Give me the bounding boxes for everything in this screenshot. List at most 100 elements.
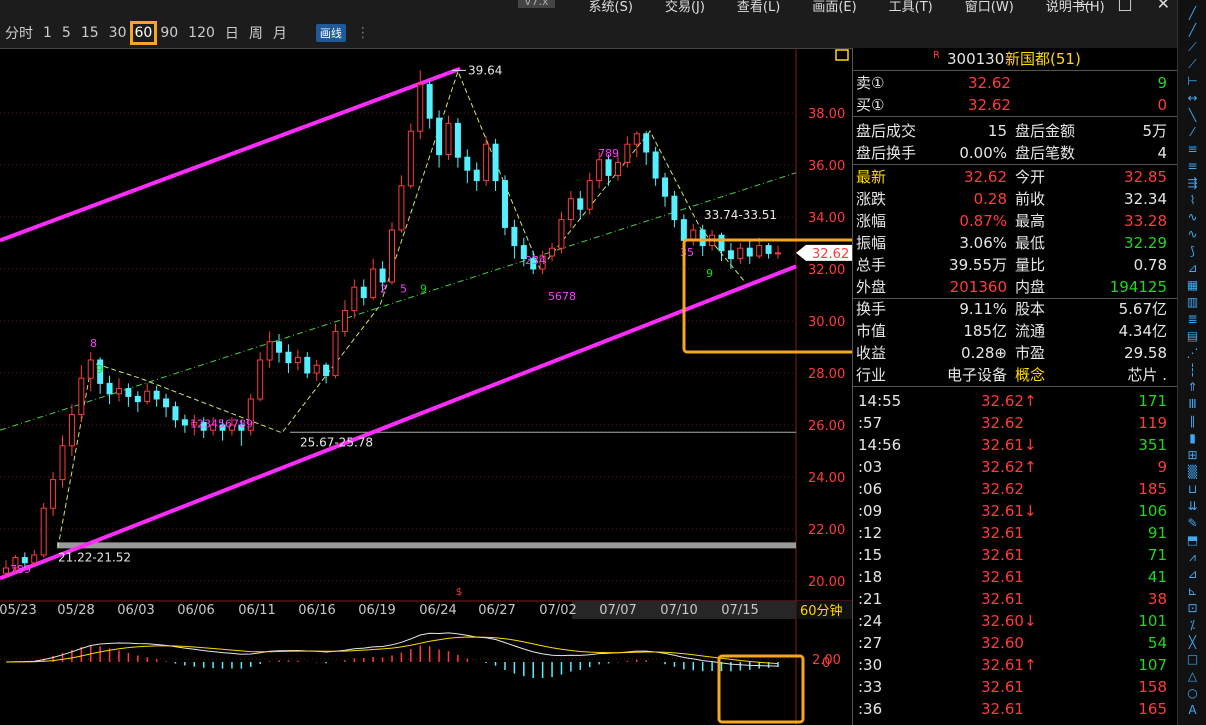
sell-price: 32.62 [968,74,1011,92]
candle-body [614,161,621,176]
tick-row: :06 32.62 185 [853,478,1177,500]
drawing-tool-icon[interactable]: ⋰ [1185,346,1200,361]
td-sequence-label: 789 [10,563,31,576]
more-icon[interactable]: ⋮ [356,25,370,41]
drawing-tool-icon[interactable]: ○ [1185,686,1200,701]
quote-row: 振幅 3.06% 最低 32.29 [853,232,1177,254]
quote-row: 总手 39.55万 量比 0.78 [853,254,1177,276]
drawing-tool-icon[interactable]: ⩘ [1185,550,1200,565]
field-label: 最新 [856,168,887,186]
candle-body [266,341,273,361]
period-1[interactable]: 1 [38,25,57,41]
menu-screen[interactable]: 画面(E) [796,0,872,15]
menu-window[interactable]: 窗口(W) [949,0,1030,15]
maximize-icon[interactable]: □ [1117,0,1132,13]
candle-body [643,133,650,153]
drawing-tool-icon[interactable]: ⇶ [1185,176,1200,191]
close-icon[interactable]: ✕ [1157,0,1170,13]
minimize-icon[interactable]: — [1077,0,1093,13]
td-sequence-label: 9 [96,363,103,376]
period-120[interactable]: 120 [183,25,220,41]
period-60[interactable]: 60 [129,21,158,45]
draw-line-button[interactable]: 画线 [315,24,346,42]
drawing-tool-icon[interactable]: ⟋ [1185,57,1200,72]
drawing-tool-icon[interactable]: ↔ [1185,91,1200,106]
candle-body [511,226,518,247]
drawing-tool-icon[interactable]: ≡ [1185,142,1200,157]
drawing-tool-icon[interactable]: ╲ [1185,108,1200,123]
field-value: 32.62 [964,168,1007,186]
drawing-tool-icon[interactable]: ⇊ [1185,499,1200,514]
y-tick-label: 22.00 [808,523,845,538]
menu-view[interactable]: 查看(L) [721,0,796,15]
period-week[interactable]: 周 [244,23,268,43]
drawing-tool-icon[interactable]: ⊿ [1185,261,1200,276]
menu-tools[interactable]: 工具(T) [873,0,949,15]
stat-value: 15 [987,122,1007,140]
drawing-tool-icon[interactable]: ⊔ [1185,482,1200,497]
drawing-tool-icon[interactable]: ≣ [1185,312,1200,327]
x-tick-label: 06/11 [238,603,275,618]
drawing-tool-icon[interactable]: ⌇ [1185,193,1200,208]
period-90[interactable]: 90 [155,25,183,41]
candle-body [153,390,160,400]
period-timeshare[interactable]: 分时 [0,23,38,43]
tick-price: 32.61 [981,590,1024,608]
drawing-tool-icon[interactable]: ⊢ [1185,74,1200,89]
tick-time: :09 [858,502,883,520]
td-sequence-label: 2 [380,282,387,295]
period-30[interactable]: 30 [104,25,132,41]
drawing-tool-icon[interactable]: ≡ [1185,159,1200,174]
drawing-tool-icon[interactable]: ⁒ [1185,618,1200,633]
drawing-tool-icon[interactable]: ╳ [1185,635,1200,650]
drawing-tool-icon[interactable]: ⟋ [1185,40,1200,55]
drawing-tool-icon[interactable]: ▦ [1185,278,1200,293]
drawing-tool-icon[interactable]: ∿ [1185,227,1200,242]
drawing-tool-icon[interactable]: ▤ [1185,329,1200,344]
drawing-tool-icon[interactable]: Ⅲ [1185,397,1200,412]
kline-chart[interactable]: 38.00 36.00 34.00 32.00 30.00 28.00 26.00 24.00… [0,48,852,725]
drawing-tool-icon[interactable]: ∥ [1185,414,1200,429]
trend-channels [0,66,797,581]
quote-row: 外盘 201360 内盘 194125 [853,276,1177,299]
drawing-tool-icon[interactable]: ⊡ [1185,601,1200,616]
period-5[interactable]: 5 [57,25,76,41]
drawing-tool-icon[interactable]: ⊿ [1185,567,1200,582]
drawing-tool-icon[interactable]: ╱ [1185,6,1200,21]
drawing-tool-icon[interactable]: ⇑ [1185,380,1200,395]
stat-label: 盘后金额 [1015,122,1076,140]
tick-price: 32.62 [981,480,1024,498]
tick-row: :15 32.61 71 [853,544,1177,566]
drawing-tool-icon[interactable]: ▮ [1185,431,1200,446]
period-15[interactable]: 15 [76,25,104,41]
field-label: 换手 [856,300,887,318]
drawing-tool-icon[interactable]: ∿ [1185,210,1200,225]
current-price-label: 32.62 [812,247,849,262]
drawing-tool-icon[interactable]: ⟆ [1185,244,1200,259]
tick-price: 32.61 [981,568,1024,586]
period-day[interactable]: 日 [220,23,244,43]
drawing-tool-icon[interactable]: A [1185,703,1200,718]
period-month[interactable]: 月 [268,23,292,43]
drawing-tool-icon[interactable]: ▒ [1185,465,1200,480]
candle-body [586,180,593,210]
tick-price: 32.61 [981,524,1024,542]
candle-body [765,245,772,254]
drawing-tool-icon[interactable]: ▥ [1185,295,1200,310]
drawing-tool-icon[interactable]: ✎ [1185,516,1200,531]
drawing-tool-icon[interactable]: △ [1185,669,1200,684]
td-sequence-label: 9 [706,267,713,280]
drawing-tool-icon[interactable]: ⬒ [1185,533,1200,548]
drawing-tool-icon[interactable]: ╱ [1185,23,1200,38]
field-label: 内盘 [1015,278,1046,296]
candle-body [417,83,424,132]
drawing-tool-icon[interactable]: ┆ [1185,363,1200,378]
drawing-tool-icon[interactable]: ⊞ [1185,448,1200,463]
drawing-tool-icon[interactable]: ⁄ [1185,125,1200,140]
drawing-tool-icon[interactable]: □ [1185,652,1200,667]
drawing-tool-icon[interactable]: ⊾ [1185,584,1200,599]
menu-trade[interactable]: 交易(J) [649,0,721,15]
tick-price: 32.62↑ [981,458,1037,476]
menu-system[interactable]: 系统(S) [573,0,649,15]
tick-volume: 9 [1157,458,1167,476]
